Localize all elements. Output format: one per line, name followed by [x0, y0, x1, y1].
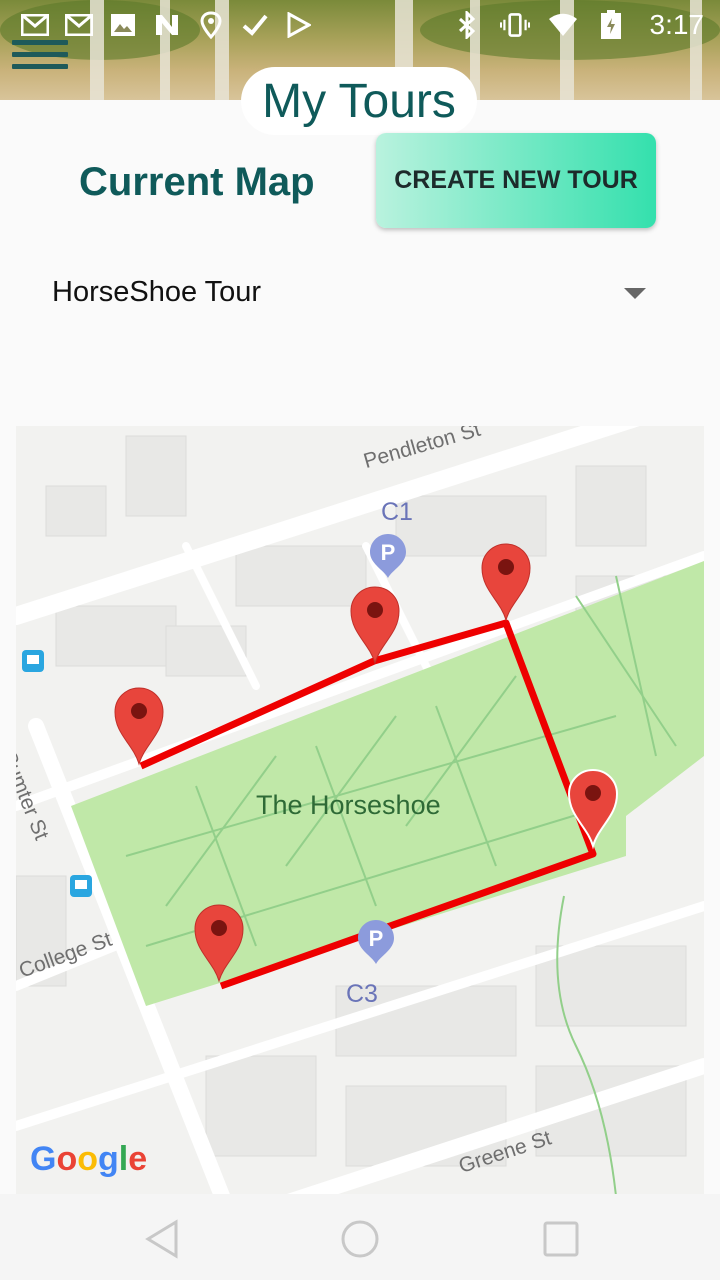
home-icon[interactable] — [335, 1214, 385, 1264]
clock: 3:17 — [649, 9, 705, 40]
google-logo: Google — [30, 1140, 148, 1178]
svg-text:P: P — [369, 926, 384, 951]
gallery-icon — [108, 11, 138, 39]
svg-text:P: P — [381, 540, 396, 565]
battery-icon — [596, 10, 626, 39]
n-app-icon — [152, 11, 182, 39]
menu-icon[interactable] — [12, 40, 68, 78]
back-icon[interactable] — [140, 1214, 190, 1264]
vibrate-icon — [499, 11, 530, 39]
wifi-icon — [548, 11, 578, 39]
bus-stop-icon — [70, 875, 92, 897]
page-title: My Tours — [241, 67, 477, 135]
gmail-icon — [20, 11, 50, 39]
navigation-bar — [0, 1194, 720, 1280]
create-new-tour-button[interactable]: CREATE NEW TOUR — [376, 133, 656, 228]
parking-icon: P — [358, 920, 394, 964]
dropdown-arrow-icon — [624, 288, 646, 299]
park-label: The Horseshoe — [256, 790, 441, 820]
gmail-icon — [64, 11, 94, 39]
tour-dropdown[interactable]: HorseShoe Tour — [52, 270, 652, 320]
play-store-icon — [284, 11, 314, 39]
parking-label-c3: C3 — [346, 980, 378, 1008]
map-view[interactable]: P P The Horseshoe Pendleton St Sumter St… — [16, 426, 704, 1194]
recents-icon[interactable] — [536, 1214, 586, 1264]
status-bar: 3:17 — [0, 0, 720, 50]
parking-label-c1: C1 — [381, 498, 413, 526]
bluetooth-icon — [452, 11, 482, 39]
checkmark-icon — [240, 11, 270, 39]
selected-tour: HorseShoe Tour — [52, 276, 262, 308]
bus-stop-icon — [22, 650, 44, 672]
maps-icon — [196, 11, 226, 39]
section-title: Current Map — [79, 160, 315, 204]
